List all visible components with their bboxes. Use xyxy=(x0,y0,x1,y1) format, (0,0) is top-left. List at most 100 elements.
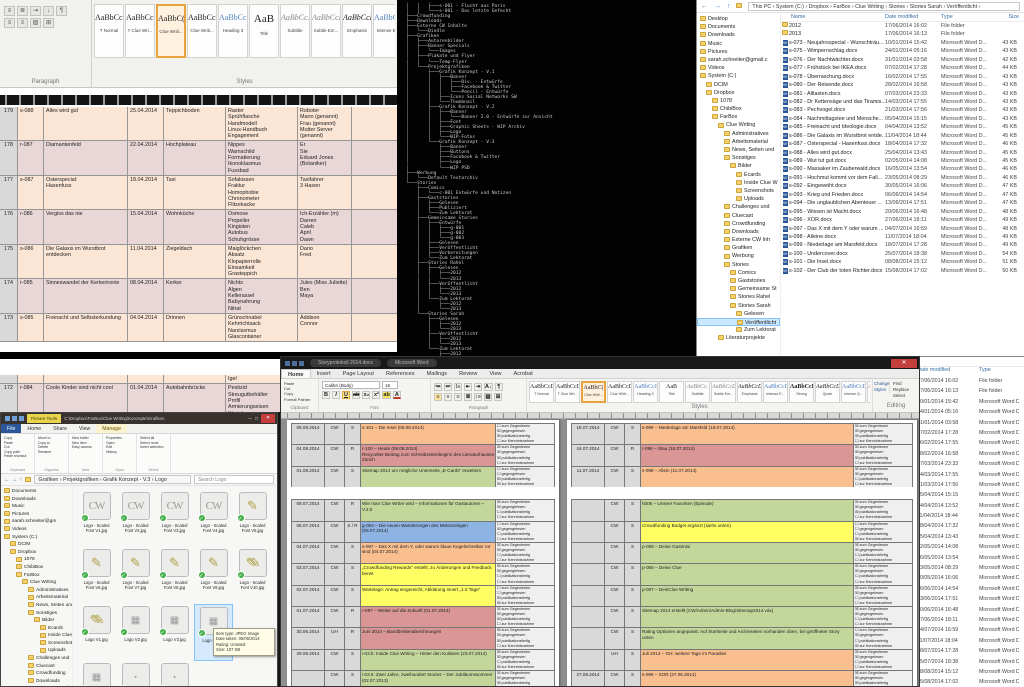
protocol-checkboxes[interactable]: ☒ zum Gegenlesen☒ gegengelesen☐ publikat… xyxy=(496,543,554,563)
shading-icon[interactable]: ▨ xyxy=(30,18,41,28)
file-row[interactable]: s-080 - Der Reisende.docx 28/02/2014 16:… xyxy=(781,81,1024,89)
style-tile[interactable]: AaBbC( Clue Writi... xyxy=(156,4,186,58)
image-thumbnail[interactable]: CW ✓ Logo - Scaled Font V1.jpg xyxy=(77,490,116,547)
multilevel-button[interactable]: ⁝≡ xyxy=(454,383,462,391)
nav-tree-item[interactable]: ChibiBox xyxy=(697,105,780,113)
ribbon-group-buttons[interactable]: Select all Select none Invert selection xyxy=(140,436,167,450)
nav-tree-item[interactable]: 1078 xyxy=(697,97,780,105)
search-input[interactable]: Search Logo xyxy=(194,475,274,484)
nav-tree-item[interactable]: Downloads xyxy=(697,31,780,39)
justify-button[interactable]: ≣ xyxy=(464,393,472,401)
protocol-row[interactable]: CW S Crowdfunding Budget ergänzt (siehe … xyxy=(571,521,913,542)
protocol-checkboxes[interactable]: ☒ zum Gegenlesen☒ gegengelesen☐ publikat… xyxy=(496,650,554,670)
protocol-checkboxes[interactable]: ☐ zum Gegenlesen☐ gegengelesen☐ publikat… xyxy=(854,522,912,542)
sort-icon[interactable]: ↓ xyxy=(43,6,54,16)
story-table-row[interactable]: 177 s-087 Osterspecial: Hasenfuss 18.04.… xyxy=(0,176,397,210)
ribbon-tab[interactable]: Acrobat xyxy=(507,369,538,378)
indent-icon[interactable]: ⇥ xyxy=(30,6,41,16)
nav-tree-item[interactable]: Downloads xyxy=(697,228,780,236)
column-date-modified[interactable]: Date modified xyxy=(917,367,979,376)
bullet-list-icon[interactable]: ≡ xyxy=(4,6,15,16)
nav-tree-item[interactable]: Clue Writing xyxy=(697,121,780,129)
style-tile[interactable]: AaBbCc. Subtitle xyxy=(280,4,310,58)
borders-button[interactable]: ⊞ xyxy=(494,393,502,401)
column-size[interactable]: Size xyxy=(991,13,1019,21)
nav-tree-item[interactable]: Documents xyxy=(1,488,72,496)
story-table-row[interactable]: 175 s-086 Die Galaxis im Wurstbrot entde… xyxy=(0,245,397,279)
nav-tree-item[interactable]: System (C:) xyxy=(1,534,72,542)
ruler[interactable] xyxy=(0,95,397,105)
file-row[interactable]: s-095 - Wissen ist Macht.docx 20/06/2014… xyxy=(781,208,1024,216)
file-row[interactable]: s-085 - Freinacht und Ideologie.docx 04/… xyxy=(781,123,1024,131)
numbering-button[interactable]: ≕ xyxy=(444,383,452,391)
image-thumbnail[interactable]: ✎✎ ✓ Logo V1.jpg xyxy=(77,604,116,661)
nav-tree-item[interactable]: Videos xyxy=(697,64,780,72)
nav-tree-item[interactable]: sarah.schneiter@gm xyxy=(1,518,72,526)
numbered-list-icon[interactable]: ≣ xyxy=(17,6,28,16)
sort-button[interactable]: A↓ xyxy=(484,383,493,391)
nav-tree-item[interactable]: Music xyxy=(697,40,780,48)
nav-tree-item[interactable]: Clue Writing xyxy=(1,579,72,587)
image-thumbnail[interactable]: ✎✎ ✓ Logo - Scaled Font V10.jpg xyxy=(233,547,272,604)
file-row[interactable]: 2013 17/06/2014 16:13 File folder xyxy=(781,30,1024,38)
nav-tree-item[interactable]: Crowdfunding xyxy=(697,220,780,228)
nav-tree-item[interactable]: FarBox xyxy=(697,113,780,121)
protocol-checkboxes[interactable]: ☒ zum Gegenlesen☒ gegengelesen☐ publikat… xyxy=(496,500,554,520)
protocol-row[interactable]: 29.06.2014 CW S i-03.b: Inside Clue Writ… xyxy=(291,649,555,670)
nav-tree-item[interactable]: News, Seiten und xyxy=(1,602,72,610)
nav-tree-item[interactable]: Administratives xyxy=(697,130,780,138)
column-type[interactable]: Type xyxy=(979,367,1019,376)
minimize-icon[interactable]: ─ xyxy=(248,416,252,422)
protocol-row[interactable]: 04.08.2014 CW R r-120 – Heute (08.08.201… xyxy=(291,444,555,465)
style-tile[interactable]: AaBbCcDc Strong xyxy=(789,381,814,403)
protocol-checkboxes[interactable]: ☒ zum Gegenlesen☒ gegengelesen☒ publikat… xyxy=(496,628,554,648)
nav-tree-item[interactable]: Gelesen xyxy=(697,310,780,318)
style-tile[interactable]: AaBbCcI Heading 3 xyxy=(218,4,248,58)
ribbon-tab[interactable]: Mailings xyxy=(421,369,454,378)
image-thumbnail[interactable]: ✎ ✓ Logo - Scaled Font V6.jpg xyxy=(77,547,116,604)
nav-tree-item[interactable]: Challenges und xyxy=(697,203,780,211)
protocol-row[interactable]: 02.07.2014 CW S Wartelage: Antrag einger… xyxy=(291,585,555,606)
back-forward-icons[interactable]: ← → ↑ xyxy=(701,3,732,10)
tab-home[interactable]: Home xyxy=(21,424,47,433)
nav-tree-item[interactable]: Veröffentlicht xyxy=(697,318,780,326)
font-name-select[interactable]: Calibri (Body) xyxy=(322,381,380,389)
ribbon-tab[interactable]: References xyxy=(380,369,421,378)
nav-tree-item[interactable]: 1078 xyxy=(1,556,72,564)
protocol-row[interactable]: 27.06.2014 CW S s-096 – XOR (27.06.2014)… xyxy=(571,670,913,687)
pilcrow-button[interactable]: ¶ xyxy=(495,383,503,391)
nav-tree-item[interactable]: Sonstiges xyxy=(697,154,780,162)
style-tile[interactable]: AaBbCcDd T Clue Wri... xyxy=(555,381,580,403)
style-tile[interactable]: AaBbCcI Heading 3 xyxy=(633,381,658,403)
borders-icon[interactable]: ⊞ xyxy=(43,18,54,28)
nav-tree-item[interactable]: Screenshots xyxy=(697,187,780,195)
image-thumbnail[interactable]: ✎ ✓ Logo - Scaled Font V9.jpg xyxy=(194,547,233,604)
file-row[interactable]: s-098 - Alleine.docx 11/07/2014 18:04 Mi… xyxy=(781,233,1024,241)
column-name[interactable]: Name xyxy=(781,13,885,21)
nav-tree-item[interactable]: Pictures xyxy=(1,511,72,519)
underline-button[interactable]: U xyxy=(342,391,350,399)
font-size-select[interactable]: 16 xyxy=(382,381,398,389)
nav-tree-item[interactable]: Arbeitsmaterial xyxy=(697,138,780,146)
style-tile[interactable]: AaBbCcDc T Normal xyxy=(94,4,124,58)
nav-tree-item[interactable]: sarah.schneiter@gmail.c xyxy=(697,56,780,64)
ribbon-tab[interactable]: Page Layout xyxy=(337,369,380,378)
file-row[interactable]: s-082 - Dr Kettensäge und das Tiramis...… xyxy=(781,98,1024,106)
protocol-checkboxes[interactable]: ☒ zum Gegenlesen☒ gegengelesen☒ publikat… xyxy=(496,445,554,465)
nav-tree-item[interactable]: Challenges und xyxy=(1,655,72,663)
nav-tree-item[interactable]: Externe CW Inh xyxy=(697,236,780,244)
image-thumbnail[interactable]: CW ✓ Logo - Scaled Font V3.jpg xyxy=(155,490,194,547)
protocol-row[interactable]: 04.07.2014 CW S s-097 – Das X mit dem Y,… xyxy=(291,542,555,563)
nav-tree-item[interactable]: Dropbox xyxy=(697,89,780,97)
breadcrumb[interactable]: Grafiken › Projektgrafiken › Grafik Konz… xyxy=(34,475,191,484)
file-row[interactable]: s-099 - Niederlage am Marsfeld.docx 18/0… xyxy=(781,241,1024,249)
nav-tree-item[interactable]: Bilder xyxy=(1,617,72,625)
back-forward-icons[interactable]: ← → ↑ xyxy=(4,477,22,483)
image-thumbnail[interactable]: CW ✓ Logo - Scaled Font V4.jpg xyxy=(194,490,233,547)
file-row[interactable]: s-081 - Altlasten.docx 07/03/2014 23:33 … xyxy=(781,90,1024,98)
protocol-row[interactable]: 06.07.2014 CW S / R g-004 – Die neuen Wa… xyxy=(291,521,555,542)
nav-tree-item[interactable]: Bilder xyxy=(697,162,780,170)
ribbon-group-buttons[interactable]: New folder New item Easy access xyxy=(72,436,99,450)
nav-tree-item[interactable]: Downloads xyxy=(1,678,72,686)
file-row[interactable]: s-089 - Wut tut gut.docx 02/05/2014 14:0… xyxy=(781,157,1024,165)
